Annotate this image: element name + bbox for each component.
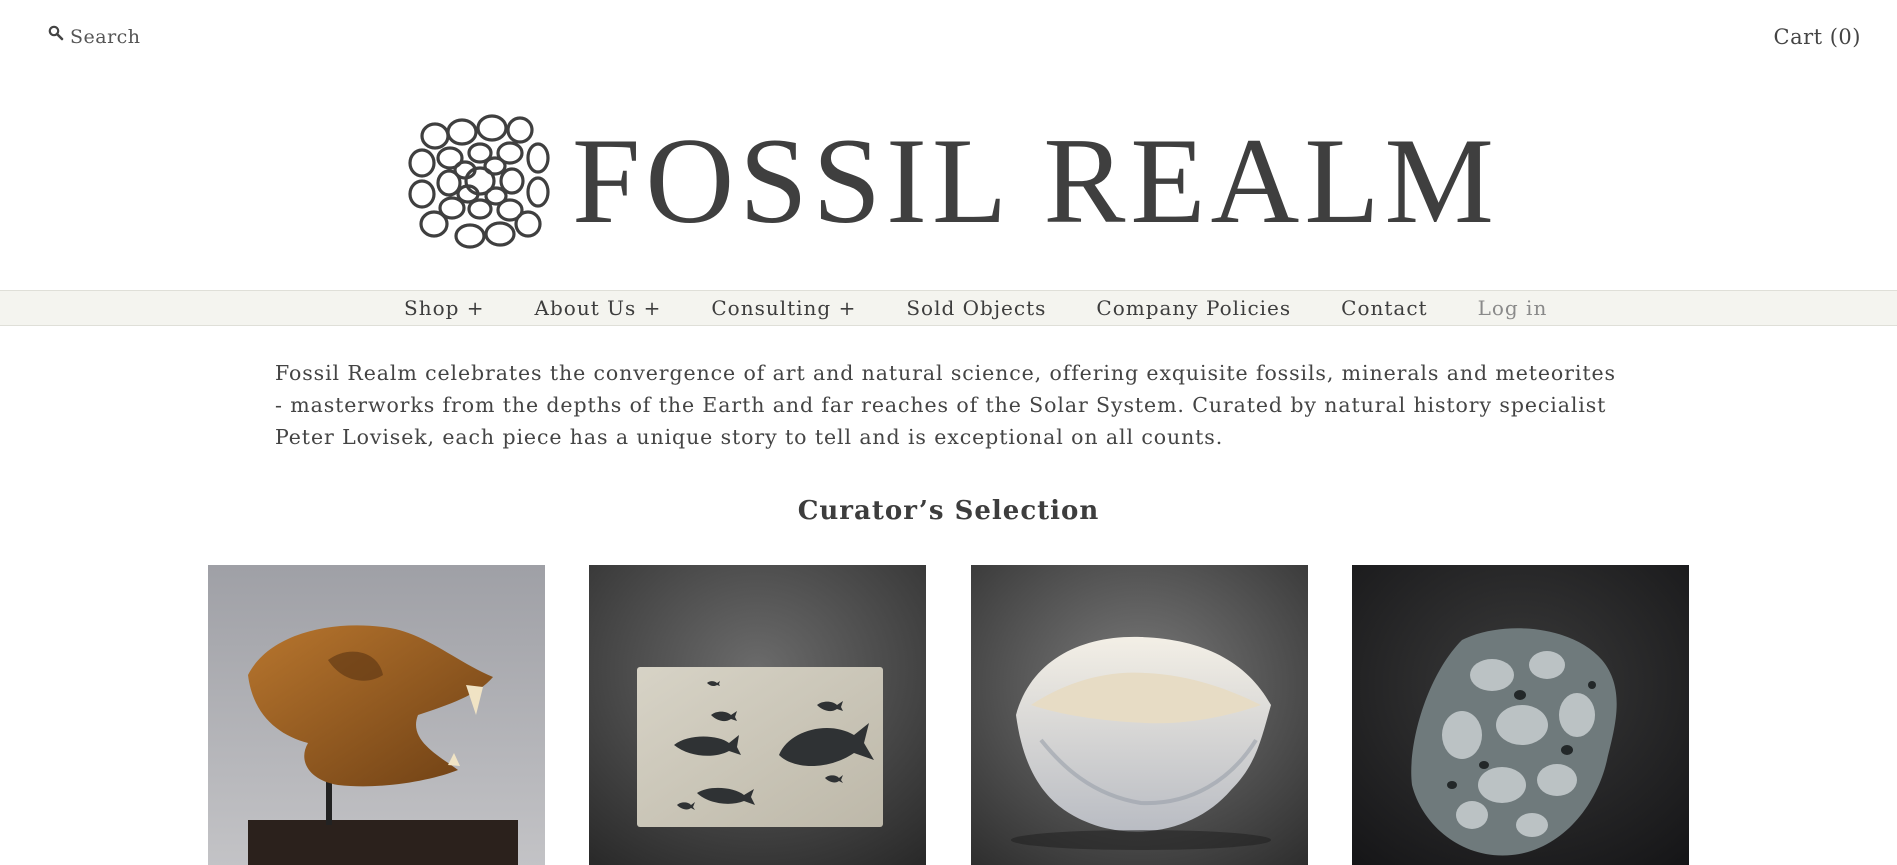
- section-title: Curator’s Selection: [797, 496, 1100, 526]
- nav-item-sold-objects[interactable]: Sold Objects: [906, 296, 1046, 320]
- ammonite-logo-icon: [408, 114, 550, 249]
- nav-item-log-in[interactable]: Log in: [1478, 296, 1548, 320]
- intro-text: Fossil Realm celebrates the convergence …: [275, 361, 1616, 449]
- top-bar: Search Cart (0): [0, 0, 1897, 70]
- product-card-clam[interactable]: [971, 565, 1308, 865]
- main-nav-items: Shop + About Us + Consulting + Sold Obje…: [404, 291, 1547, 325]
- giant-clam-image: [971, 565, 1308, 865]
- search-icon: [48, 25, 64, 41]
- product-grid: [208, 565, 1692, 865]
- product-card-meteorite[interactable]: [1352, 565, 1689, 865]
- nav-item-company-policies[interactable]: Company Policies: [1096, 296, 1291, 320]
- brand-name: FOSSIL REALM: [572, 112, 1499, 249]
- fossil-skull-image: [208, 565, 545, 865]
- nav-item-contact[interactable]: Contact: [1341, 296, 1427, 320]
- cart-link[interactable]: Cart (0): [1774, 25, 1862, 49]
- main-nav: Shop + About Us + Consulting + Sold Obje…: [0, 290, 1897, 326]
- search-link[interactable]: Search: [48, 25, 141, 48]
- site-logo[interactable]: FOSSIL REALM: [400, 108, 1500, 253]
- search-label: Search: [70, 26, 141, 48]
- fossil-fish-plate-image: [589, 565, 926, 865]
- nav-item-about-us[interactable]: About Us +: [535, 296, 662, 320]
- product-card-fish[interactable]: [589, 565, 926, 865]
- nav-item-shop[interactable]: Shop +: [404, 296, 485, 320]
- meteorite-image: [1352, 565, 1689, 865]
- product-card-skull[interactable]: [208, 565, 545, 865]
- nav-item-consulting[interactable]: Consulting +: [711, 296, 856, 320]
